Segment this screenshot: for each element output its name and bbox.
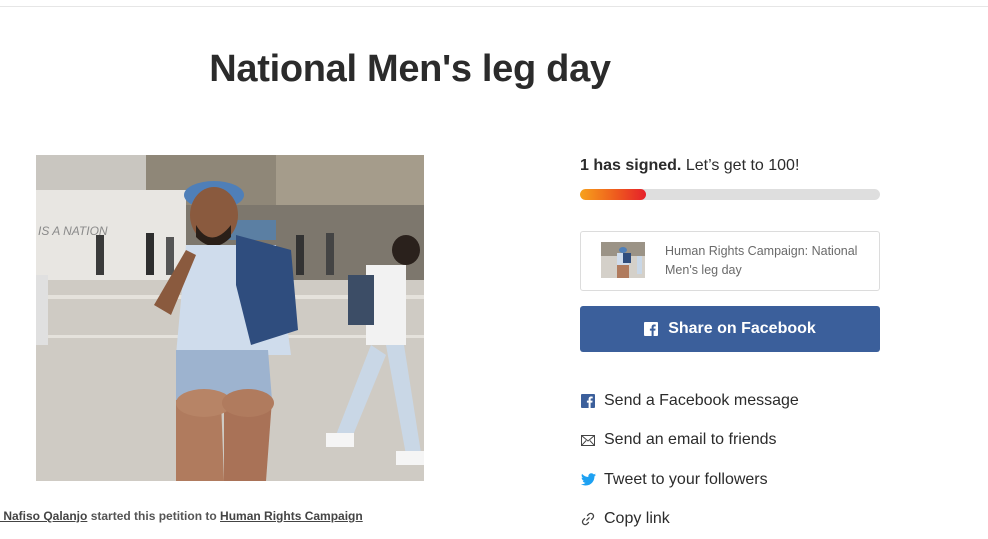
preview-thumbnail: [601, 242, 645, 278]
share-item-label: Send a Facebook message: [604, 392, 799, 410]
petition-starter-line: t Nafiso Qalanjo started this petition t…: [0, 509, 363, 523]
petition-target-link[interactable]: Human Rights Campaign: [220, 509, 363, 523]
facebook-icon: [580, 393, 596, 409]
starter-name-link[interactable]: t Nafiso Qalanjo: [0, 509, 87, 523]
header-divider: [0, 6, 988, 7]
facebook-icon: [644, 322, 658, 336]
copy-link-button[interactable]: Copy link: [580, 500, 799, 539]
share-options-list: Send a Facebook message Send an email to…: [580, 381, 799, 539]
starter-middle-text: started this petition to: [87, 509, 220, 523]
petition-photo: IS A NATION: [36, 155, 424, 481]
signature-progress-fill: [580, 189, 646, 200]
signature-goal-text: Let’s get to 100!: [681, 157, 799, 174]
twitter-icon: [580, 472, 596, 488]
signature-count-bold: 1 has signed.: [580, 157, 681, 174]
send-facebook-message-link[interactable]: Send a Facebook message: [580, 381, 799, 421]
petition-title: National Men's leg day: [0, 48, 820, 91]
envelope-icon: [580, 432, 596, 448]
share-item-label: Tweet to your followers: [604, 471, 768, 489]
signature-progress-bar: [580, 189, 880, 200]
send-email-link[interactable]: Send an email to friends: [580, 421, 799, 461]
share-preview-card: Human Rights Campaign: National Men's le…: [580, 231, 880, 291]
share-item-label: Send an email to friends: [604, 431, 777, 449]
share-on-facebook-button[interactable]: Share on Facebook: [580, 306, 880, 352]
preview-text: Human Rights Campaign: National Men's le…: [665, 242, 870, 280]
tweet-link[interactable]: Tweet to your followers: [580, 460, 799, 500]
share-on-facebook-label: Share on Facebook: [668, 320, 816, 338]
share-item-label: Copy link: [604, 510, 670, 528]
link-icon: [580, 511, 596, 527]
signature-count: 1 has signed. Let’s get to 100!: [580, 157, 799, 175]
